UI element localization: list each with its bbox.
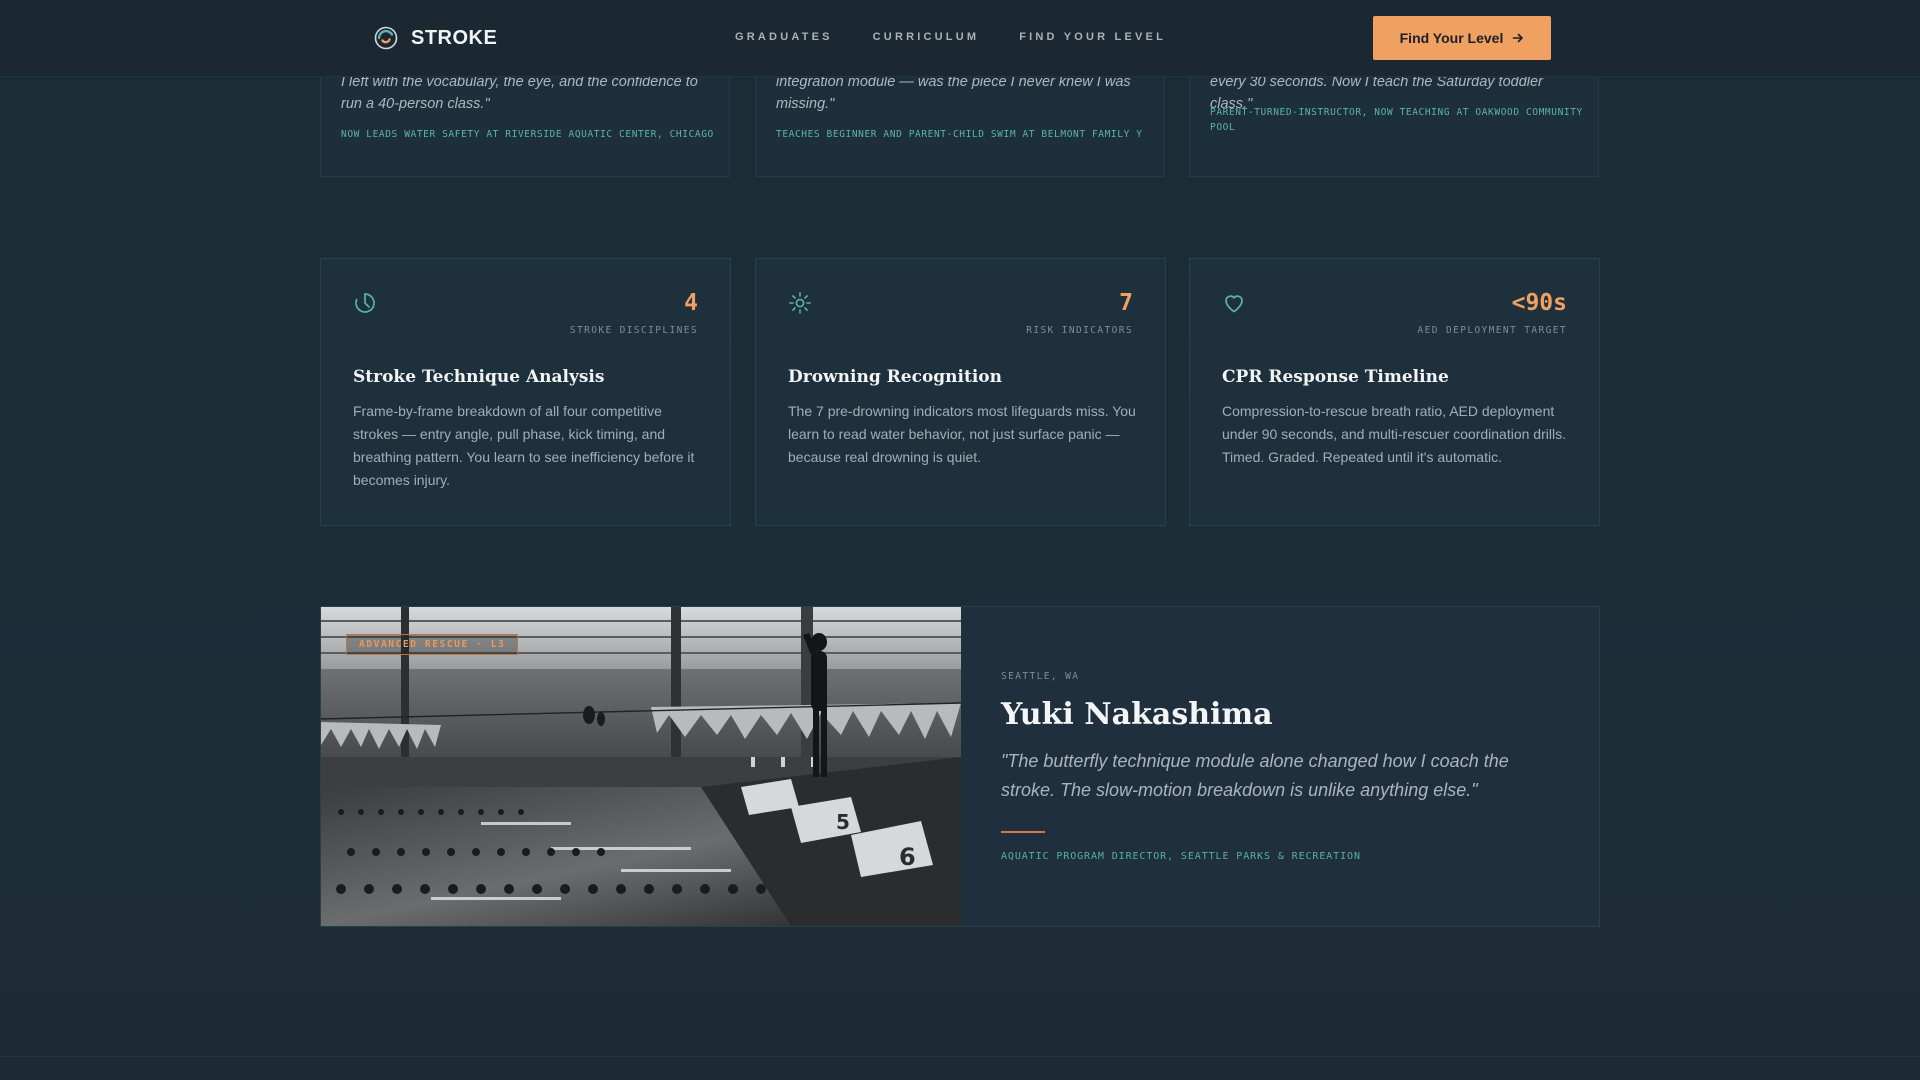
find-your-level-button[interactable]: Find Your Level bbox=[1373, 16, 1551, 60]
heart-icon bbox=[1225, 295, 1243, 313]
main-nav: GRADUATES CURRICULUM FIND YOUR LEVEL bbox=[735, 31, 1166, 43]
feature-title: Drowning Recognition bbox=[788, 367, 1003, 387]
stat-value: <90s bbox=[1511, 290, 1567, 316]
nav-graduates[interactable]: GRADUATES bbox=[735, 31, 833, 43]
svg-text:6: 6 bbox=[899, 843, 916, 871]
logo-icon bbox=[374, 26, 398, 50]
testimonial-quote: I left with the vocabulary, the eye, and… bbox=[341, 74, 698, 112]
feature-card-drowning-recognition: 7 RISK INDICATORS Drowning Recognition T… bbox=[755, 258, 1166, 526]
testimonial-role: TEACHES BEGINNER AND PARENT-CHILD SWIM A… bbox=[776, 129, 1143, 140]
level-badge: ADVANCED RESCUE · L3 bbox=[346, 634, 519, 655]
pool-photo: 5 6 ADVANCED RESCUE · L3 bbox=[321, 607, 961, 926]
feature-title: CPR Response Timeline bbox=[1222, 367, 1449, 387]
testimonial-quote: integration module — was the piece I nev… bbox=[776, 74, 1131, 112]
svg-text:5: 5 bbox=[836, 810, 850, 834]
stat-value: 7 bbox=[1119, 290, 1133, 316]
profile-role: AQUATIC PROGRAM DIRECTOR, SEATTLE PARKS … bbox=[1001, 851, 1361, 862]
brand-name: STROKE bbox=[411, 26, 498, 49]
stat-label: STROKE DISCIPLINES bbox=[569, 325, 698, 336]
sun-icon bbox=[789, 292, 811, 314]
feature-description: The 7 pre-drowning indicators most lifeg… bbox=[788, 403, 1136, 465]
footer-divider bbox=[0, 1056, 1920, 1057]
feature-description: Compression-to-rescue breath ratio, AED … bbox=[1222, 403, 1566, 465]
feature-card-cpr-timeline: <90s AED DEPLOYMENT TARGET CPR Response … bbox=[1189, 258, 1600, 526]
nav-find-your-level[interactable]: FIND YOUR LEVEL bbox=[1019, 31, 1166, 43]
cta-label: Find Your Level bbox=[1399, 30, 1504, 46]
stat-label: RISK INDICATORS bbox=[1026, 325, 1133, 336]
testimonial-role: PARENT-TURNED-INSTRUCTOR, NOW TEACHING A… bbox=[1210, 107, 1583, 133]
feature-description: Frame-by-frame breakdown of all four com… bbox=[353, 403, 695, 488]
feature-card-stroke-technique: 4 STROKE DISCIPLINES Stroke Technique An… bbox=[320, 258, 731, 526]
profile-location: SEATTLE, WA bbox=[1001, 671, 1080, 682]
stat-label: AED DEPLOYMENT TARGET bbox=[1417, 325, 1567, 336]
site-header: STROKE GRADUATES CURRICULUM FIND YOUR LE… bbox=[0, 0, 1920, 77]
testimonial-role: NOW LEADS WATER SAFETY AT RIVERSIDE AQUA… bbox=[341, 129, 714, 140]
arrow-right-icon bbox=[1513, 33, 1524, 43]
graduate-profile: 5 6 ADVANCED RESCUE · L3 SEATTLE, WA Yuk… bbox=[320, 606, 1600, 927]
profile-info: SEATTLE, WA Yuki Nakashima "The butterfl… bbox=[1001, 607, 1561, 926]
accent-divider bbox=[1001, 831, 1045, 833]
profile-quote: "The butterfly technique module alone ch… bbox=[1001, 751, 1509, 800]
feature-title: Stroke Technique Analysis bbox=[353, 367, 605, 387]
nav-curriculum[interactable]: CURRICULUM bbox=[873, 31, 980, 43]
profile-name: Yuki Nakashima bbox=[1001, 697, 1273, 732]
brand-logo[interactable]: STROKE bbox=[374, 26, 497, 50]
timer-icon bbox=[355, 293, 375, 313]
stat-value: 4 bbox=[684, 290, 698, 316]
